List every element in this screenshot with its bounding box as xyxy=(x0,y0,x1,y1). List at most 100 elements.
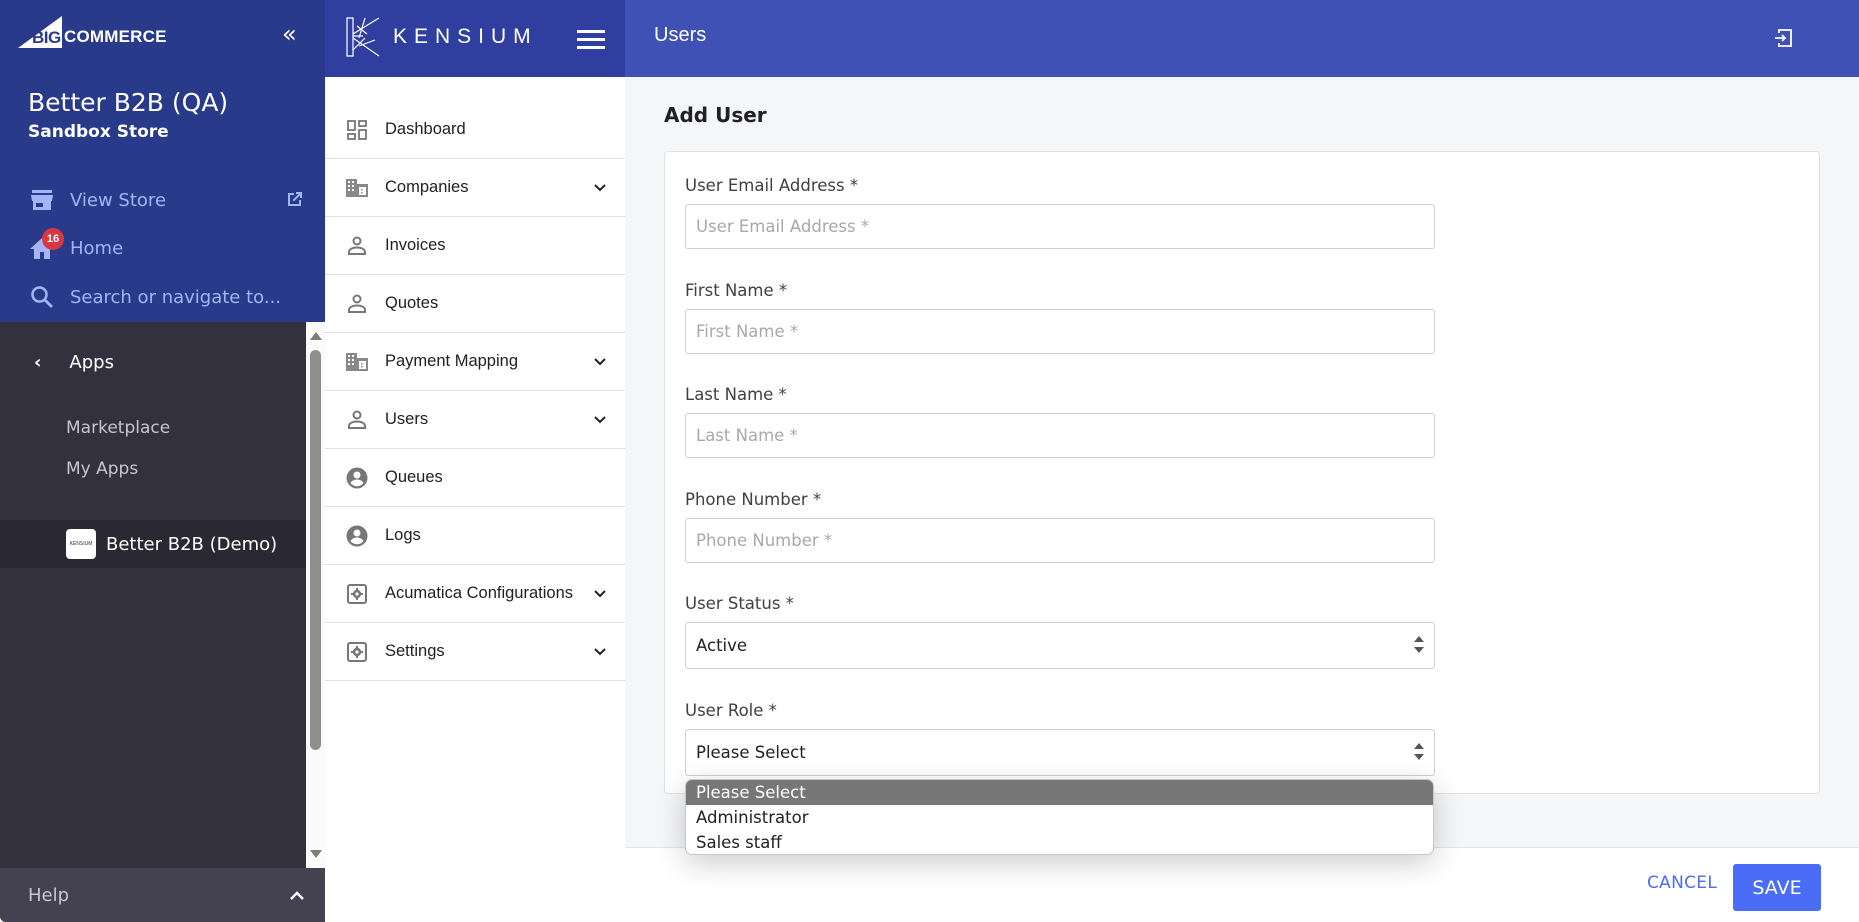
person-icon xyxy=(345,292,369,316)
apps-header-label: Apps xyxy=(69,352,114,373)
role-option-administrator[interactable]: Administrator xyxy=(686,805,1433,830)
chevron-down-icon[interactable] xyxy=(593,645,607,659)
account-circle-icon xyxy=(345,466,369,490)
select-arrows-icon xyxy=(1414,743,1424,763)
home-label: Home xyxy=(70,237,124,259)
page-heading: Add User xyxy=(664,103,767,127)
user-status-select[interactable]: Active xyxy=(685,622,1435,669)
logout-icon[interactable] xyxy=(1773,28,1793,48)
search-placeholder: Search or navigate to... xyxy=(70,286,282,308)
role-option-sales-staff[interactable]: Sales staff xyxy=(686,830,1433,854)
user-status-label: User Status * xyxy=(685,594,794,613)
building-icon xyxy=(345,350,369,374)
settings-box-icon xyxy=(345,640,369,664)
header-title: Users xyxy=(654,24,707,46)
help-menu[interactable]: Help xyxy=(0,868,325,922)
nav-item-queues[interactable]: Queues xyxy=(325,449,625,507)
apps-item-my-apps[interactable]: My Apps xyxy=(66,459,138,479)
view-store-label: View Store xyxy=(70,189,167,211)
store-subtitle: Sandbox Store xyxy=(28,122,169,142)
person-icon xyxy=(345,408,369,432)
app-item-label: Better B2B (Demo) xyxy=(106,533,278,555)
hamburger-menu-icon[interactable] xyxy=(577,30,605,54)
home-link[interactable]: 16 Home xyxy=(28,228,124,262)
user-role-dropdown: Please Select Administrator Sales staff xyxy=(685,779,1434,855)
nav-item-users[interactable]: Users xyxy=(325,391,625,449)
nav-label: Acumatica Configurations xyxy=(385,584,574,602)
bigcommerce-logo-big: BIG xyxy=(32,28,61,47)
app-item-better-b2b-demo[interactable]: KENSIUM Better B2B (Demo) xyxy=(0,520,306,568)
scroll-down-arrow-icon[interactable] xyxy=(310,850,322,858)
chevron-down-icon[interactable] xyxy=(593,181,607,195)
nav-item-acumatica-configurations[interactable]: Acumatica Configurations xyxy=(325,565,625,623)
last-name-label: Last Name * xyxy=(685,385,787,404)
bigcommerce-logo-commerce: COMMERCE xyxy=(64,27,167,46)
kensium-app-thumbnail: KENSIUM xyxy=(66,529,96,559)
scroll-up-arrow-icon[interactable] xyxy=(310,332,322,340)
first-name-field[interactable] xyxy=(685,309,1435,354)
home-icon: 16 xyxy=(28,228,64,262)
add-user-form: User Email Address * First Name * Last N… xyxy=(664,151,1820,794)
bigcommerce-sidebar: BIG COMMERCE « Better B2B (QA) Sandbox S… xyxy=(0,0,325,922)
user-status-value: Active xyxy=(696,636,748,655)
apps-item-marketplace[interactable]: Marketplace xyxy=(66,418,170,438)
main-header: Users xyxy=(625,0,1859,77)
apps-back-button[interactable]: ‹ Apps xyxy=(34,352,114,373)
nav-label: Payment Mapping xyxy=(385,352,518,370)
kensium-nav: Dashboard Companies Invoices Quotes Paym… xyxy=(325,77,625,922)
kensium-logo[interactable]: KENSIUM xyxy=(345,16,538,58)
nav-item-logs[interactable]: Logs xyxy=(325,507,625,565)
settings-box-icon xyxy=(345,582,369,606)
chevron-up-icon xyxy=(290,891,304,900)
user-role-value: Please Select xyxy=(696,743,806,762)
view-store-link[interactable]: View Store xyxy=(28,186,166,214)
nav-item-payment-mapping[interactable]: Payment Mapping xyxy=(325,333,625,391)
user-role-label: User Role * xyxy=(685,701,777,720)
dashboard-icon xyxy=(345,118,369,142)
kensium-header: KENSIUM xyxy=(325,0,625,77)
nav-item-companies[interactable]: Companies xyxy=(325,159,625,217)
save-button[interactable]: SAVE xyxy=(1733,864,1821,911)
phone-field[interactable] xyxy=(685,518,1435,563)
email-label: User Email Address * xyxy=(685,176,859,195)
first-name-label: First Name * xyxy=(685,281,788,300)
cancel-button[interactable]: CANCEL xyxy=(1647,873,1717,893)
chevron-down-icon[interactable] xyxy=(593,355,607,369)
search-navigate-input[interactable]: Search or navigate to... xyxy=(28,283,281,311)
chevron-left-icon: ‹ xyxy=(34,352,42,373)
nav-item-invoices[interactable]: Invoices xyxy=(325,217,625,275)
store-name: Better B2B (QA) xyxy=(28,88,229,117)
search-icon xyxy=(28,283,56,311)
nav-item-settings[interactable]: Settings xyxy=(325,623,625,681)
storefront-icon xyxy=(28,186,56,214)
sidebar-scrollbar[interactable] xyxy=(306,322,325,868)
kensium-brand-text: KENSIUM xyxy=(393,25,538,48)
main-body: Add User User Email Address * First Name… xyxy=(625,77,1859,847)
email-field[interactable] xyxy=(685,204,1435,249)
nav-item-quotes[interactable]: Quotes xyxy=(325,275,625,333)
nav-label: Users xyxy=(385,410,429,428)
last-name-field[interactable] xyxy=(685,413,1435,458)
nav-label: Invoices xyxy=(385,236,446,254)
kensium-k-logo-icon xyxy=(346,17,380,57)
help-label: Help xyxy=(28,884,70,906)
nav-label: Queues xyxy=(385,468,443,486)
external-link-icon[interactable] xyxy=(286,190,304,208)
select-arrows-icon xyxy=(1414,636,1424,656)
form-footer: CANCEL SAVE xyxy=(625,847,1859,922)
scrollbar-thumb[interactable] xyxy=(310,350,321,750)
chevron-down-icon[interactable] xyxy=(593,413,607,427)
role-option-please-select[interactable]: Please Select xyxy=(686,780,1433,805)
user-role-select[interactable]: Please Select xyxy=(685,729,1435,776)
building-icon xyxy=(345,176,369,200)
chevron-down-icon[interactable] xyxy=(593,587,607,601)
person-icon xyxy=(345,234,369,258)
collapse-sidebar-icon[interactable]: « xyxy=(282,22,297,46)
bigcommerce-sidebar-header: BIG COMMERCE « Better B2B (QA) Sandbox S… xyxy=(0,0,325,322)
notification-badge: 16 xyxy=(42,228,64,250)
nav-label: Quotes xyxy=(385,294,439,312)
nav-label: Settings xyxy=(385,642,445,660)
nav-label: Logs xyxy=(385,526,421,544)
nav-item-dashboard[interactable]: Dashboard xyxy=(325,101,625,159)
phone-label: Phone Number * xyxy=(685,490,822,509)
